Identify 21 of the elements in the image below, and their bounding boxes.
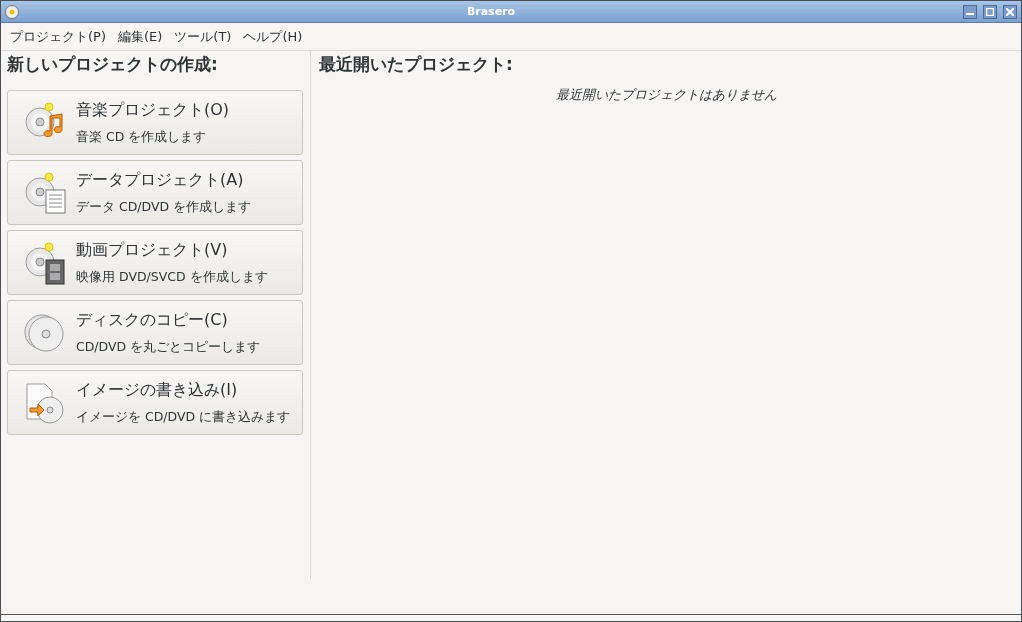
- document-disc-icon: [22, 169, 68, 216]
- project-type-button[interactable]: イメージの書き込み(I) イメージを CD/DVD に書き込みます: [7, 370, 303, 435]
- close-icon: [1006, 7, 1014, 16]
- menu-item[interactable]: 編集(E): [113, 27, 168, 46]
- menu-item[interactable]: プロジェクト(P): [5, 27, 111, 46]
- project-type-button[interactable]: データプロジェクト(A) データ CD/DVD を作成します: [7, 160, 303, 225]
- close-button[interactable]: [1003, 4, 1017, 19]
- section-heading: 新しいプロジェクトの作成:: [7, 53, 219, 76]
- section-heading: 最近開いたプロジェクト:: [319, 53, 514, 76]
- empty-message: 最近開いたプロジェクトはありません: [554, 86, 778, 104]
- project-type-button[interactable]: 動画プロジェクト(V) 映像用 DVD/SVCD を作成します: [7, 230, 303, 295]
- project-type-button[interactable]: ディスクのコピー(C) CD/DVD を丸ごとコピーします: [7, 300, 303, 365]
- film-disc-icon: [22, 239, 68, 286]
- window-title: Brasero: [465, 5, 517, 18]
- menu-item[interactable]: ツール(T): [169, 27, 237, 46]
- maximize-icon: [986, 7, 994, 16]
- minimize-button[interactable]: [963, 4, 977, 19]
- maximize-button[interactable]: [983, 4, 997, 19]
- project-type-button[interactable]: 音楽プロジェクト(O) 音楽 CD を作成します: [7, 90, 303, 155]
- menu-item[interactable]: ヘルプ(H): [238, 27, 308, 46]
- app-icon: [5, 4, 19, 19]
